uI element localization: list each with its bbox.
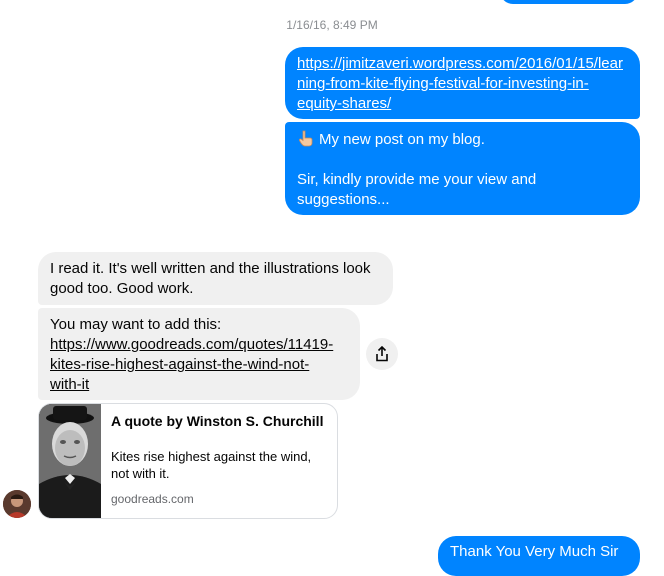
pointing-hand-icon bbox=[298, 130, 313, 147]
incoming-link-message[interactable]: You may want to add this: https://www.go… bbox=[38, 308, 360, 400]
new-post-line-1: My new post on my blog. bbox=[319, 131, 485, 148]
link-preview-card[interactable]: A quote by Winston S. Churchill Kites ri… bbox=[38, 403, 338, 519]
preview-title: A quote by Winston S. Churchill bbox=[111, 413, 324, 429]
blog-post-link[interactable]: https://jimitzaveri.wordpress.com/2016/0… bbox=[297, 54, 628, 114]
contact-avatar[interactable] bbox=[3, 490, 31, 518]
reply-line-2: good too. Good work. bbox=[50, 280, 194, 297]
reply-add-intro: You may want to add this: bbox=[50, 316, 222, 333]
share-button[interactable] bbox=[366, 338, 398, 370]
previous-outgoing-message[interactable] bbox=[500, 0, 638, 4]
goodreads-link[interactable]: https://www.goodreads.com/quotes/11419- … bbox=[50, 335, 348, 395]
preview-domain: goodreads.com bbox=[111, 492, 194, 506]
preview-description: Kites rise highest against the wind, not… bbox=[111, 449, 312, 481]
message-thread: 1/16/16, 8:49 PM https://jimitzaveri.wor… bbox=[0, 0, 664, 576]
reply-line-1: I read it. It's well written and the ill… bbox=[50, 260, 371, 277]
new-post-line-2: Sir, kindly provide me your view and bbox=[297, 171, 537, 188]
last-outgoing-message[interactable]: Thank You Very Much Sir bbox=[438, 536, 640, 576]
outgoing-link-message[interactable]: https://jimitzaveri.wordpress.com/2016/0… bbox=[285, 47, 640, 119]
new-post-line-3: suggestions... bbox=[297, 191, 390, 208]
last-outgoing-text: Thank You Very Much Sir bbox=[450, 543, 619, 560]
incoming-text-message[interactable]: I read it. It's well written and the ill… bbox=[38, 252, 393, 305]
message-timestamp: 1/16/16, 8:49 PM bbox=[286, 18, 378, 32]
churchill-portrait-image bbox=[39, 404, 101, 518]
outgoing-text-message[interactable]: My new post on my blog. Sir, kindly prov… bbox=[285, 122, 640, 215]
share-icon bbox=[376, 346, 388, 362]
